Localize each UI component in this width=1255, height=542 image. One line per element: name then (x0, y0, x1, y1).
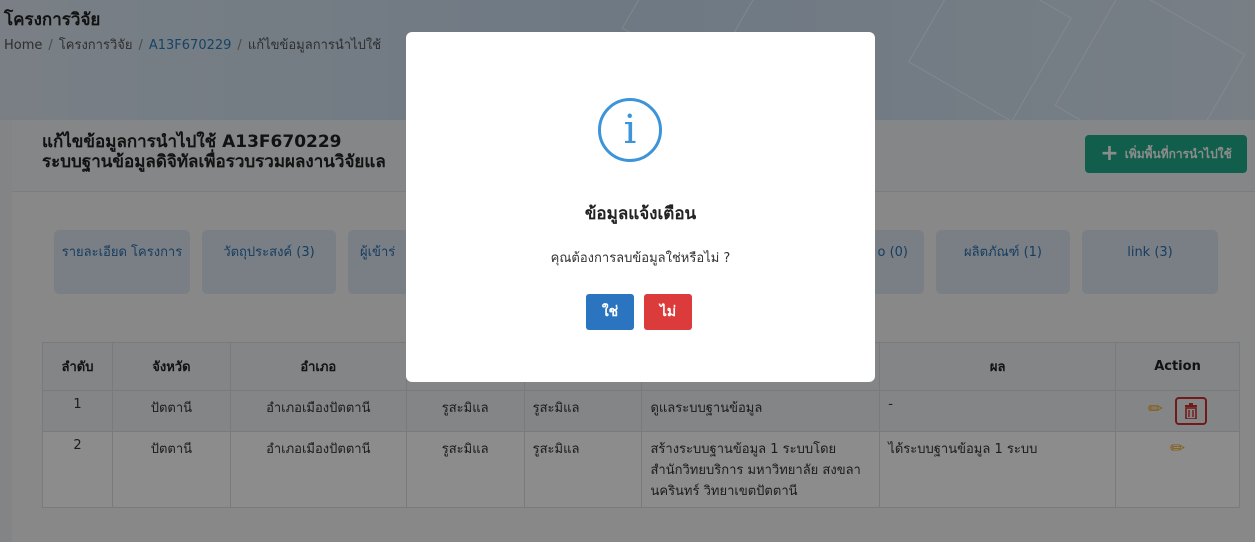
info-icon: i (598, 98, 662, 162)
confirm-yes-button[interactable]: ใช่ (586, 294, 634, 330)
confirm-dialog: i ข้อมูลแจ้งเตือน คุณต้องการลบข้อมูลใช่ห… (406, 32, 875, 382)
confirm-no-button[interactable]: ไม่ (644, 294, 692, 330)
dialog-message: คุณต้องการลบข้อมูลใช่หรือไม่ ? (550, 251, 731, 266)
dialog-title: ข้อมูลแจ้งเตือน (584, 204, 697, 224)
